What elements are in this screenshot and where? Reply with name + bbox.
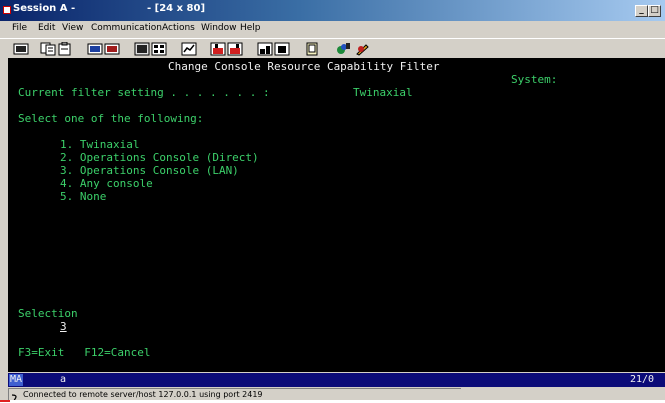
current-filter-value: Twinaxial (353, 86, 413, 99)
play-macro-icon[interactable] (227, 42, 243, 56)
chart-icon[interactable] (181, 42, 197, 56)
menu-help[interactable]: Help (240, 23, 261, 33)
maximize-button[interactable]: □ (648, 5, 661, 17)
status-text: Connected to remote server/host 127.0.0.… (23, 390, 263, 399)
run-icon[interactable] (257, 42, 273, 56)
option-4: 4. Any console (60, 177, 153, 190)
record-macro-icon[interactable] (210, 42, 226, 56)
screen-title: Change Console Resource Capability Filte… (168, 60, 440, 73)
menu-window[interactable]: Window (201, 23, 237, 33)
display-icon[interactable] (134, 42, 150, 56)
window-title-session: Session A - (13, 3, 76, 14)
option-5: 5. None (60, 190, 107, 203)
selection-label: Selection (18, 307, 78, 320)
title-bar[interactable]: Session A - - [24 x 80] _ □ (0, 0, 665, 21)
window-title-size: - [24 x 80] (147, 3, 206, 14)
print-screen-icon[interactable] (13, 42, 29, 56)
send-icon[interactable] (87, 42, 103, 56)
selection-input[interactable]: 3 (60, 320, 67, 333)
red-marker (0, 400, 10, 402)
terminal-screen[interactable]: Change Console Resource Capability Filte… (8, 58, 665, 372)
receive-icon[interactable] (104, 42, 120, 56)
menu-communication[interactable]: Communication (91, 23, 162, 33)
emulator-window: Session A - - [24 x 80] _ □ File Edit Vi… (0, 0, 665, 400)
keypad-icon[interactable] (151, 42, 167, 56)
mode-indicator: MA (9, 374, 24, 386)
color-icon[interactable] (336, 42, 352, 56)
edit-icon[interactable] (354, 42, 370, 56)
menu-file[interactable]: File (12, 23, 27, 33)
clipboard-icon[interactable] (304, 42, 320, 56)
system-label: System: (511, 73, 558, 86)
cursor-position: 21/0 (630, 374, 655, 385)
toolbar (0, 38, 665, 59)
select-prompt: Select one of the following: (18, 112, 204, 125)
option-2: 2. Operations Console (Direct) (60, 151, 259, 164)
menu-view[interactable]: View (62, 23, 83, 33)
function-keys[interactable]: F3=Exit F12=Cancel (18, 346, 150, 359)
status-bar: Connected to remote server/host 127.0.0.… (8, 388, 461, 400)
connection-icon (10, 389, 20, 400)
menu-edit[interactable]: Edit (38, 23, 55, 33)
option-1: 1. Twinaxial (60, 138, 140, 151)
paste-icon[interactable] (57, 42, 73, 56)
menu-bar: File Edit View Communication Actions Win… (0, 21, 665, 38)
copy-icon[interactable] (40, 42, 56, 56)
stop-icon[interactable] (274, 42, 290, 56)
current-filter-label: Current filter setting . . . . . . . : (18, 86, 270, 99)
app-icon[interactable] (3, 6, 11, 14)
option-3: 3. Operations Console (LAN) (60, 164, 239, 177)
menu-actions[interactable]: Actions (162, 23, 195, 33)
minimize-button[interactable]: _ (635, 5, 648, 17)
oia-indicator: a (60, 374, 67, 385)
operator-info-area: MA a 21/0 (8, 373, 665, 387)
